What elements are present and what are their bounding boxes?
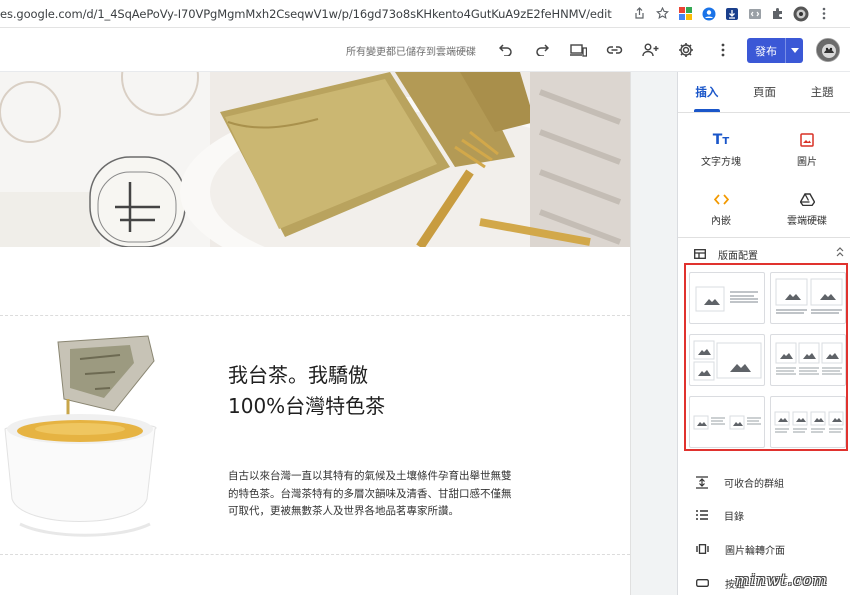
table-of-contents-label: 目錄	[724, 511, 744, 523]
layouts-section-header[interactable]: 版面配置	[694, 246, 844, 262]
layout-two-image-text-pairs[interactable]	[689, 396, 765, 448]
body-line-2: 的特色茶。台灣茶特有的多層次韻味及清香、甘甜口感不僅無	[228, 487, 512, 500]
layout-image-text[interactable]	[689, 272, 765, 324]
section-divider	[0, 554, 630, 555]
link-icon[interactable]	[603, 39, 625, 61]
publish-dropdown-icon[interactable]	[785, 38, 803, 63]
insert-image-button[interactable]: 圖片	[764, 130, 850, 180]
user-avatar[interactable]	[816, 38, 840, 62]
canvas-scroll-gutter[interactable]	[630, 72, 677, 595]
tab-pages[interactable]: 頁面	[736, 72, 794, 112]
section-headline[interactable]: 我台茶。我驕傲 100%台灣特色茶	[228, 360, 385, 422]
insert-image-carousel[interactable]: 圖片輪轉介面	[696, 540, 785, 558]
layout-grid-icon	[694, 249, 706, 259]
profile-avatar-icon[interactable]	[792, 5, 809, 22]
tab-themes[interactable]: 主題	[793, 72, 850, 112]
extensions-puzzle-icon[interactable]	[769, 5, 786, 22]
section-body-text[interactable]: 自古以來台灣一直以其特有的氣候及土壤條件孕育出舉世無雙 的特色茶。台灣茶特有的多…	[228, 468, 528, 521]
browser-extension-icons	[631, 5, 832, 22]
address-bar[interactable]: es.google.com/d/1_4SqAePoVy-I70VPgMgmMxh…	[0, 0, 850, 28]
text-box-label: 文字方塊	[701, 157, 741, 168]
tabs-divider	[678, 112, 850, 113]
browser-menu-icon[interactable]	[815, 5, 832, 22]
insert-text-box-button[interactable]: TT 文字方塊	[678, 130, 764, 180]
tab-insert[interactable]: 插入	[678, 72, 736, 112]
embed-label: 內嵌	[711, 216, 731, 227]
extension-user-icon[interactable]	[700, 5, 717, 22]
body-line-3: 可取代，更被無數茶人及世界各地品茗專家所讚。	[228, 505, 459, 517]
layout-three-images-captions[interactable]	[770, 334, 846, 386]
insert-collapsible-group[interactable]: 可收合的群組	[696, 473, 784, 491]
share-with-others-icon[interactable]	[639, 39, 661, 61]
settings-gear-icon[interactable]	[675, 39, 697, 61]
layouts-label: 版面配置	[718, 250, 758, 262]
insert-table-of-contents[interactable]: 目錄	[696, 506, 744, 524]
table-of-contents-icon	[696, 510, 708, 520]
image-carousel-label: 圖片輪轉介面	[725, 545, 785, 557]
sites-toolbar: 所有變更都已儲存到雲端硬碟 發布	[0, 28, 850, 72]
image-icon	[800, 133, 814, 147]
layout-four-images-captions[interactable]	[770, 396, 846, 448]
url-text[interactable]: es.google.com/d/1_4SqAePoVy-I70VPgMgmMxh…	[0, 7, 612, 21]
publish-label[interactable]: 發布	[747, 38, 785, 63]
button-icon	[696, 579, 709, 587]
undo-icon[interactable]	[495, 39, 517, 61]
more-options-icon[interactable]	[712, 39, 734, 61]
layout-two-images-captions[interactable]	[770, 272, 846, 324]
headline-line-1: 我台茶。我驕傲	[228, 363, 368, 387]
collapse-chevron-icon[interactable]	[836, 247, 844, 257]
headline-line-2: 100%台灣特色茶	[228, 394, 386, 418]
drive-icon	[799, 192, 815, 206]
share-icon[interactable]	[631, 5, 648, 22]
insert-side-panel: 插入 頁面 主題 TT 文字方塊 圖片 內嵌 雲端硬碟 版面配置 可收合的群組 …	[677, 72, 850, 595]
text-box-icon: TT	[712, 132, 730, 148]
insert-drive-button[interactable]: 雲端硬碟	[764, 189, 850, 239]
insert-embed-button[interactable]: 內嵌	[678, 189, 764, 239]
tea-cup-image[interactable]	[0, 334, 205, 539]
collapsible-group-icon	[696, 475, 708, 489]
drive-label: 雲端硬碟	[787, 216, 827, 227]
section-divider	[0, 315, 630, 316]
extension-code-icon[interactable]	[746, 5, 763, 22]
image-carousel-icon	[696, 544, 709, 554]
preview-devices-icon[interactable]	[567, 39, 589, 61]
layout-three-images[interactable]	[689, 334, 765, 386]
extension-download-icon[interactable]	[723, 5, 740, 22]
image-label: 圖片	[797, 157, 817, 168]
save-status: 所有變更都已儲存到雲端硬碟	[346, 47, 476, 58]
panel-divider	[678, 237, 850, 238]
page-canvas: 我台茶。我驕傲 100%台灣特色茶 自古以來台灣一直以其特有的氣候及土壤條件孕育…	[0, 72, 630, 595]
redo-icon[interactable]	[531, 39, 553, 61]
collapsible-group-label: 可收合的群組	[724, 478, 784, 490]
embed-code-icon	[713, 193, 729, 205]
panel-tabs: 插入 頁面 主題	[678, 72, 850, 112]
layouts-highlight-box	[684, 263, 848, 451]
publish-button[interactable]: 發布	[747, 38, 803, 63]
site-watermark: minwt.com	[735, 571, 828, 589]
extension-colorful-icon[interactable]	[677, 5, 694, 22]
body-line-1: 自古以來台灣一直以其特有的氣候及土壤條件孕育出舉世無雙	[228, 470, 512, 482]
bookmark-star-icon[interactable]	[654, 5, 671, 22]
hero-image-tea-cake[interactable]	[0, 72, 630, 247]
